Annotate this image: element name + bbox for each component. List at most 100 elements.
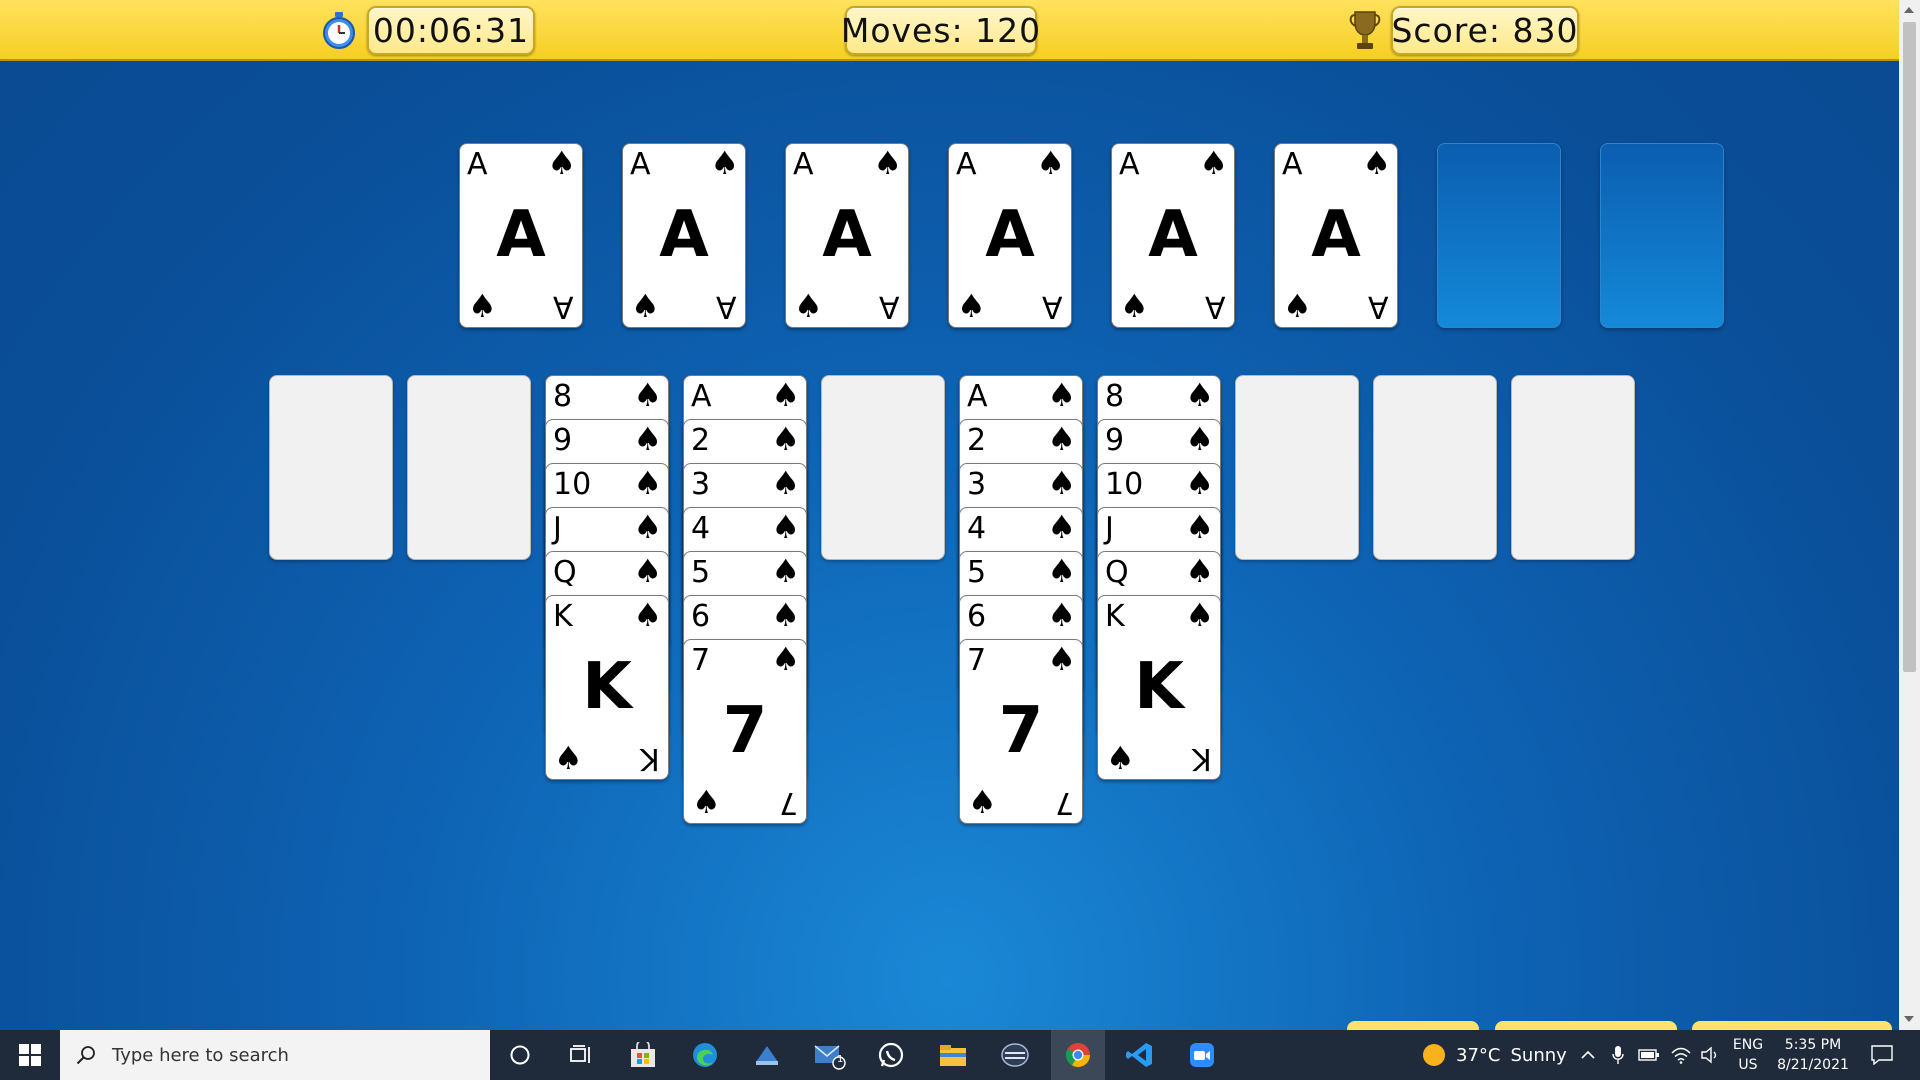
spade-icon: ♠: [957, 287, 986, 325]
chrome-icon[interactable]: [1051, 1030, 1105, 1080]
scroll-thumb[interactable]: [1903, 22, 1916, 672]
card-rank-inverted: K: [1192, 741, 1212, 776]
bottom-button-3[interactable]: [1692, 1021, 1892, 1030]
taskbar: Type here to search 1 37°C Sunny ENG US …: [0, 1030, 1920, 1080]
spade-icon: ♠: [968, 783, 997, 821]
spade-icon: ♠: [1036, 144, 1065, 182]
empty-tableau-slot[interactable]: [1373, 375, 1497, 560]
wifi-icon[interactable]: [1668, 1030, 1694, 1080]
card-rank: 5: [691, 555, 711, 590]
card-center-rank: 7: [998, 694, 1044, 768]
vscode-icon[interactable]: [1114, 1030, 1166, 1080]
clock[interactable]: 5:35 PM 8/21/2021: [1772, 1030, 1854, 1080]
spade-icon: ♠: [468, 287, 497, 325]
language-indicator[interactable]: ENG US: [1728, 1030, 1768, 1080]
stopwatch-icon: [321, 12, 357, 50]
card-rank-inverted: A: [1205, 289, 1226, 324]
card-rank: K: [1105, 599, 1125, 634]
foundation-card[interactable]: A ♠ A ♠ A: [622, 143, 746, 328]
foundation-card[interactable]: A ♠ A ♠ A: [459, 143, 583, 328]
spade-icon: ♠: [771, 508, 800, 546]
bottom-button-1[interactable]: [1347, 1021, 1479, 1030]
whatsapp-icon[interactable]: [865, 1030, 917, 1080]
tableau-card[interactable]: K ♠ K ♠ K: [1097, 595, 1221, 780]
spade-icon: ♠: [1199, 144, 1228, 182]
sun-icon: [1422, 1043, 1446, 1067]
spade-icon: ♠: [692, 783, 721, 821]
spade-icon: ♠: [1185, 596, 1214, 634]
store-icon[interactable]: [617, 1030, 669, 1080]
card-rank: 4: [691, 511, 711, 546]
tableau-card[interactable]: 7 ♠ 7 ♠ 7: [959, 639, 1083, 824]
spade-icon: ♠: [1185, 552, 1214, 590]
task-view-icon[interactable]: [555, 1030, 607, 1080]
volume-icon[interactable]: [1698, 1030, 1724, 1080]
language-top: ENG: [1732, 1037, 1764, 1053]
empty-foundation-slot[interactable]: [1600, 143, 1724, 328]
card-center-rank: 7: [722, 694, 768, 768]
empty-tableau-slot[interactable]: [821, 375, 945, 560]
card-center-rank: A: [659, 198, 709, 272]
card-center-rank: K: [1134, 650, 1184, 724]
card-rank: J: [553, 511, 562, 546]
card-center-rank: A: [1311, 198, 1361, 272]
empty-foundation-slot[interactable]: [1437, 143, 1561, 328]
cortana-icon[interactable]: [494, 1030, 546, 1080]
card-rank-inverted: A: [1042, 289, 1063, 324]
tableau-card[interactable]: K ♠ K ♠ K: [545, 595, 669, 780]
zoom-icon[interactable]: [1176, 1030, 1228, 1080]
foundation-card[interactable]: A ♠ A ♠ A: [948, 143, 1072, 328]
spade-icon: ♠: [1362, 144, 1391, 182]
foundation-card[interactable]: A ♠ A ♠ A: [785, 143, 909, 328]
foundation-card[interactable]: A ♠ A ♠ A: [1274, 143, 1398, 328]
tableau-card[interactable]: 7 ♠ 7 ♠ 7: [683, 639, 807, 824]
battery-icon[interactable]: [1636, 1030, 1662, 1080]
empty-tableau-slot[interactable]: [269, 375, 393, 560]
spade-icon: ♠: [1047, 596, 1076, 634]
spade-icon: ♠: [794, 287, 823, 325]
spade-icon: ♠: [1185, 420, 1214, 458]
file-explorer-icon[interactable]: [927, 1030, 979, 1080]
spade-icon: ♠: [710, 144, 739, 182]
spade-icon: ♠: [1106, 739, 1135, 777]
app-icon[interactable]: [741, 1030, 793, 1080]
card-rank-inverted: A: [553, 289, 574, 324]
weather-widget[interactable]: 37°C Sunny: [1422, 1030, 1568, 1080]
empty-tableau-slot[interactable]: [1511, 375, 1635, 560]
scroll-down-arrow[interactable]: [1904, 1016, 1914, 1022]
card-rank: 4: [967, 511, 987, 546]
edge-icon[interactable]: [679, 1030, 731, 1080]
foundation-card[interactable]: A ♠ A ♠ A: [1111, 143, 1235, 328]
empty-tableau-slot[interactable]: [407, 375, 531, 560]
card-center-rank: A: [985, 198, 1035, 272]
trophy-icon: [1348, 9, 1382, 51]
bottom-button-2[interactable]: [1495, 1021, 1677, 1030]
microphone-icon[interactable]: [1606, 1030, 1630, 1080]
card-rank: 2: [691, 423, 711, 458]
mail-icon[interactable]: 1: [803, 1030, 855, 1080]
empty-tableau-slot[interactable]: [1235, 375, 1359, 560]
card-rank-inverted: A: [1368, 289, 1389, 324]
card-rank-inverted: A: [716, 289, 737, 324]
chevron-up-icon[interactable]: [1576, 1030, 1600, 1080]
card-rank: 6: [967, 599, 987, 634]
app-icon[interactable]: [989, 1030, 1041, 1080]
spade-icon: ♠: [547, 144, 576, 182]
windows-start-icon[interactable]: [0, 1030, 60, 1080]
score-display: Score: 830: [1391, 6, 1579, 55]
spade-icon: ♠: [631, 287, 660, 325]
card-rank: 3: [967, 467, 987, 502]
moves-display: Moves: 120: [841, 6, 1040, 55]
card-rank: A: [691, 379, 712, 414]
spade-icon: ♠: [633, 376, 662, 414]
spade-icon: ♠: [633, 596, 662, 634]
spade-icon: ♠: [633, 508, 662, 546]
spade-icon: ♠: [554, 739, 583, 777]
taskbar-search-box[interactable]: Type here to search: [60, 1030, 490, 1080]
notification-icon[interactable]: [1862, 1030, 1902, 1080]
spade-icon: ♠: [1185, 376, 1214, 414]
vertical-scrollbar[interactable]: [1899, 0, 1920, 1030]
card-rank-inverted: A: [879, 289, 900, 324]
scroll-up-arrow[interactable]: [1904, 7, 1914, 13]
spade-icon: ♠: [1047, 640, 1076, 678]
